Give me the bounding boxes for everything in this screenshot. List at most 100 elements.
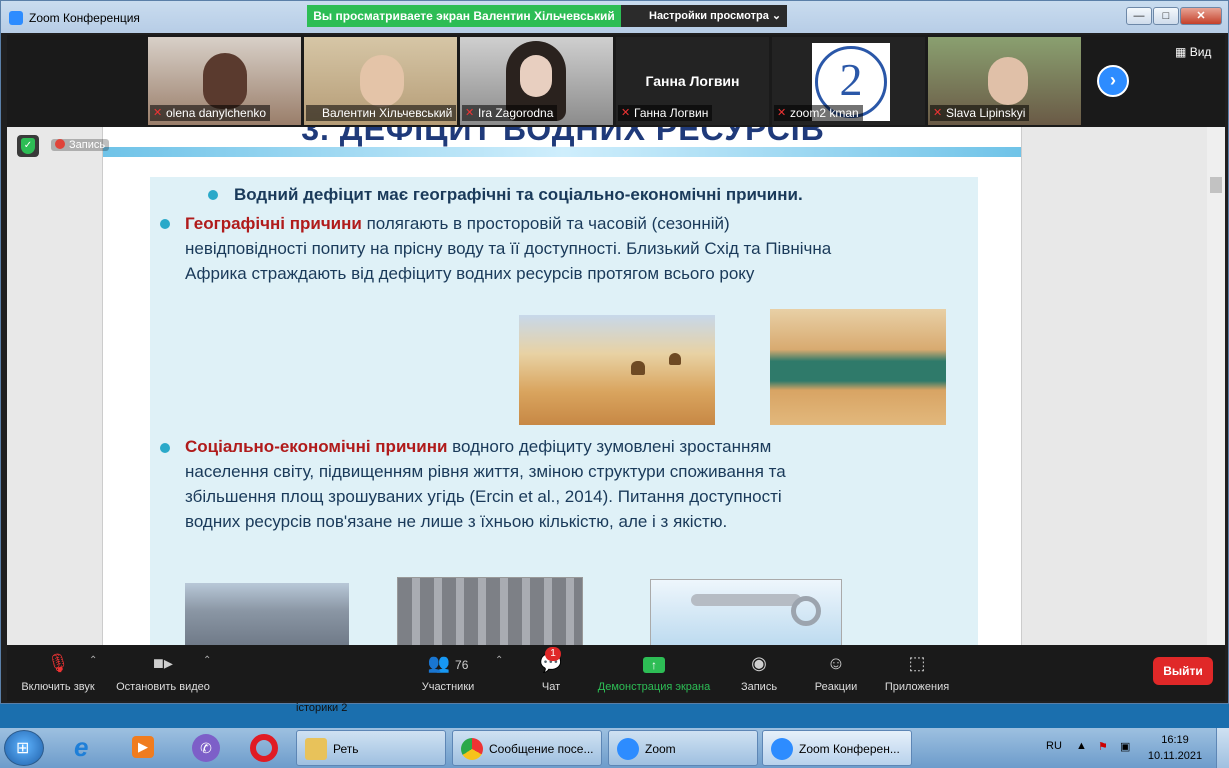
slide-content: Водний дефіцит має географічні та соціал… — [150, 177, 978, 645]
participant-video — [360, 55, 404, 107]
participant-video — [988, 57, 1028, 105]
zoom-window: Zoom Конференция Вы просматриваете экран… — [0, 0, 1229, 704]
vertical-scrollbar[interactable] — [1207, 127, 1225, 645]
mic-muted-icon: ✕ — [153, 107, 163, 119]
participant-name: ✕ Slava Lipinskyi — [930, 105, 1030, 121]
stop-video-label: Остановить видео — [116, 681, 210, 693]
bullet-icon — [208, 190, 218, 200]
apps-icon: ⬚ — [908, 653, 926, 673]
next-page-button[interactable]: › — [1097, 65, 1129, 97]
record-label: Запись — [740, 681, 778, 693]
media-player-pinned[interactable]: ▶ — [122, 732, 164, 764]
share-screen-label: Демонстрация экрана — [597, 681, 711, 693]
taskbar-item-chrome[interactable]: Сообщение посе... — [452, 730, 602, 766]
participants-button[interactable]: 👥 76 Участники — [415, 651, 481, 693]
oasis-photo — [770, 309, 946, 425]
grid-icon: ▦ — [1175, 45, 1187, 59]
show-desktop-button[interactable] — [1216, 728, 1229, 768]
camera-icon: ■▸ — [153, 653, 173, 673]
participant-name: ✕ olena danylchenko — [150, 105, 271, 121]
clock-date[interactable]: 10.11.2021 — [1144, 750, 1206, 762]
slide-bullet-3: Соціально-економічні причини водного деф… — [185, 437, 786, 531]
bullet-icon — [160, 219, 170, 229]
apps-button[interactable]: ⬚ Приложения — [879, 651, 955, 693]
participant-tile[interactable]: 2 ✕ zoom2 kman — [772, 37, 925, 125]
participant-tile[interactable]: ✕ olena danylchenko — [148, 37, 301, 125]
maximize-icon: □ — [1162, 10, 1170, 22]
participants-caret-icon[interactable]: ⌃ — [495, 655, 503, 666]
view-label: Вид — [1189, 45, 1212, 59]
participant-gallery: ✕ olena danylchenko Валентин Хільчевський… — [7, 35, 1225, 127]
language-indicator[interactable]: RU — [1046, 740, 1062, 752]
shield-icon: ✓ — [21, 138, 35, 154]
ie-pinned[interactable]: e — [64, 732, 106, 764]
media-player-icon: ▶ — [132, 736, 154, 758]
participant-tile[interactable]: ✕ Slava Lipinskyi — [928, 37, 1081, 125]
reactions-label: Реакции — [814, 681, 858, 693]
close-icon: ✕ — [1196, 10, 1206, 22]
sharing-banner: Вы просматриваете экран Валентин Хільчев… — [307, 5, 621, 27]
close-button[interactable]: ✕ — [1180, 7, 1222, 25]
recording-label: Запись — [69, 139, 106, 151]
participant-tile[interactable]: ✕ Ira Zagorodna — [460, 37, 613, 125]
zoom-app-icon — [9, 11, 23, 25]
slide-bullet-1: Водний дефіцит має географічні та соціал… — [234, 185, 803, 204]
security-badge[interactable]: ✓ — [17, 135, 39, 157]
scrollbar-thumb[interactable] — [1210, 177, 1222, 193]
slide-decoration — [103, 147, 1021, 157]
participant-name: ✕ Ira Zagorodna — [462, 105, 558, 121]
participant-name: ✕ Ганна Логвин — [618, 105, 713, 121]
skyscrapers-photo — [397, 577, 583, 645]
video-options-caret-icon[interactable]: ⌃ — [203, 655, 211, 666]
mic-muted-icon: ✕ — [933, 107, 943, 119]
faucet-photo — [650, 579, 842, 645]
meeting-toolbar: 🎙 Включить звук ⌃ ■▸ Остановить видео ⌃ … — [7, 645, 1225, 701]
bullet-icon — [160, 443, 170, 453]
audio-options-caret-icon[interactable]: ⌃ — [89, 655, 97, 666]
desert-photo — [519, 315, 715, 425]
record-dot-icon — [55, 139, 65, 149]
minimize-button[interactable]: — — [1126, 7, 1152, 25]
desktop-icon-label[interactable]: історики 2 — [296, 702, 347, 714]
presentation-slide: 3. ДЕФІЦИТ ВОДНИХ РЕСУРСІВ Водний дефіци… — [102, 127, 1022, 645]
zoom-icon — [771, 738, 793, 760]
taskbar-item-zoom-meeting[interactable]: Zoom Конферен... — [762, 730, 912, 766]
opera-pinned[interactable] — [242, 732, 284, 764]
recording-indicator: Запись — [51, 139, 110, 151]
participant-display-name: Ганна Логвин — [645, 73, 740, 89]
opera-icon — [250, 734, 278, 762]
participant-tile[interactable]: Ганна Логвин ✕ Ганна Логвин — [616, 37, 769, 125]
leave-meeting-button[interactable]: Выйти — [1153, 657, 1213, 685]
record-button[interactable]: ◉ Запись — [733, 651, 785, 693]
network-icon[interactable]: ▣ — [1120, 740, 1130, 753]
share-screen-button[interactable]: ↑ Демонстрация экрана — [593, 651, 715, 693]
flag-icon[interactable]: ⚑ — [1098, 740, 1108, 753]
chevron-right-icon: › — [1110, 70, 1116, 90]
stop-video-button[interactable]: ■▸ Остановить видео — [111, 651, 215, 693]
tray-expand-icon[interactable]: ▲ — [1076, 740, 1087, 752]
mic-muted-icon: ✕ — [777, 107, 787, 119]
maximize-button[interactable]: □ — [1153, 7, 1179, 25]
zoom-icon — [617, 738, 639, 760]
internet-explorer-icon: e — [74, 732, 89, 762]
viber-pinned[interactable]: ✆ — [184, 732, 226, 764]
view-button[interactable]: ▦ Вид — [1175, 45, 1211, 59]
reactions-button[interactable]: ☺ Реакции — [807, 651, 865, 693]
chat-label: Чат — [541, 681, 561, 693]
taskbar-item-zoom[interactable]: Zoom — [608, 730, 758, 766]
start-button[interactable]: ⊞ — [4, 730, 44, 766]
windows-taskbar: ⊞ e ▶ ✆ Реть Сообщение посе... Zoom Zoom… — [0, 728, 1229, 768]
slide-bullet-2: Географічні причини полягають в просторо… — [185, 214, 832, 283]
unmute-button[interactable]: 🎙 Включить звук — [17, 651, 99, 693]
city-photo — [185, 583, 349, 645]
taskbar-item-folder[interactable]: Реть — [296, 730, 446, 766]
mic-muted-icon: ✕ — [621, 107, 631, 119]
apps-label: Приложения — [884, 681, 950, 693]
view-options-label: Настройки просмотра — [649, 10, 769, 22]
clock-time[interactable]: 16:19 — [1152, 734, 1198, 746]
view-options-button[interactable]: Настройки просмотра ⌄ — [621, 5, 787, 27]
title-bar[interactable]: Zoom Конференция Вы просматриваете экран… — [1, 1, 1228, 33]
chrome-icon — [461, 738, 483, 760]
participants-icon: 👥 76 — [427, 653, 469, 673]
participant-tile[interactable]: Валентин Хільчевський — [304, 37, 457, 125]
